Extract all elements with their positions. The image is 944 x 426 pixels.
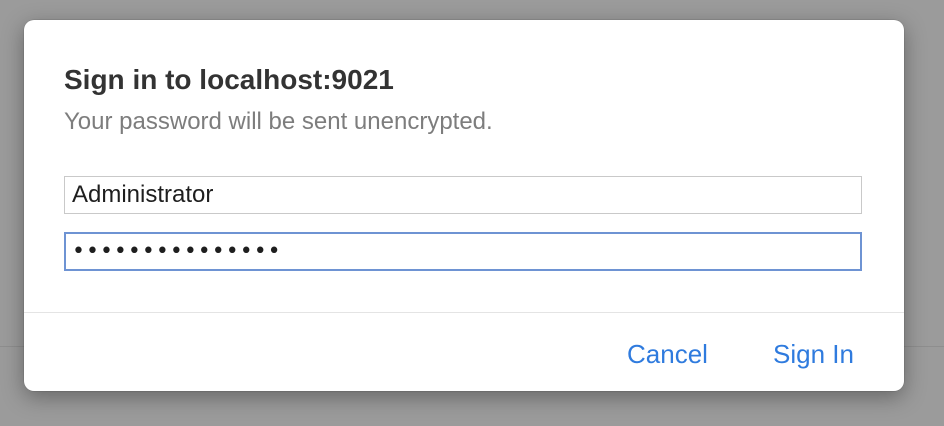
username-field[interactable] xyxy=(64,176,862,214)
password-field[interactable] xyxy=(64,232,862,271)
cancel-button[interactable]: Cancel xyxy=(627,338,708,370)
sign-in-dialog: Sign in to localhost:9021 Your password … xyxy=(24,20,904,391)
dialog-title: Sign in to localhost:9021 xyxy=(64,64,394,95)
sign-in-button[interactable]: Sign In xyxy=(773,338,854,370)
dialog-divider xyxy=(24,312,904,313)
dialog-subtitle: Your password will be sent unencrypted. xyxy=(64,108,493,135)
